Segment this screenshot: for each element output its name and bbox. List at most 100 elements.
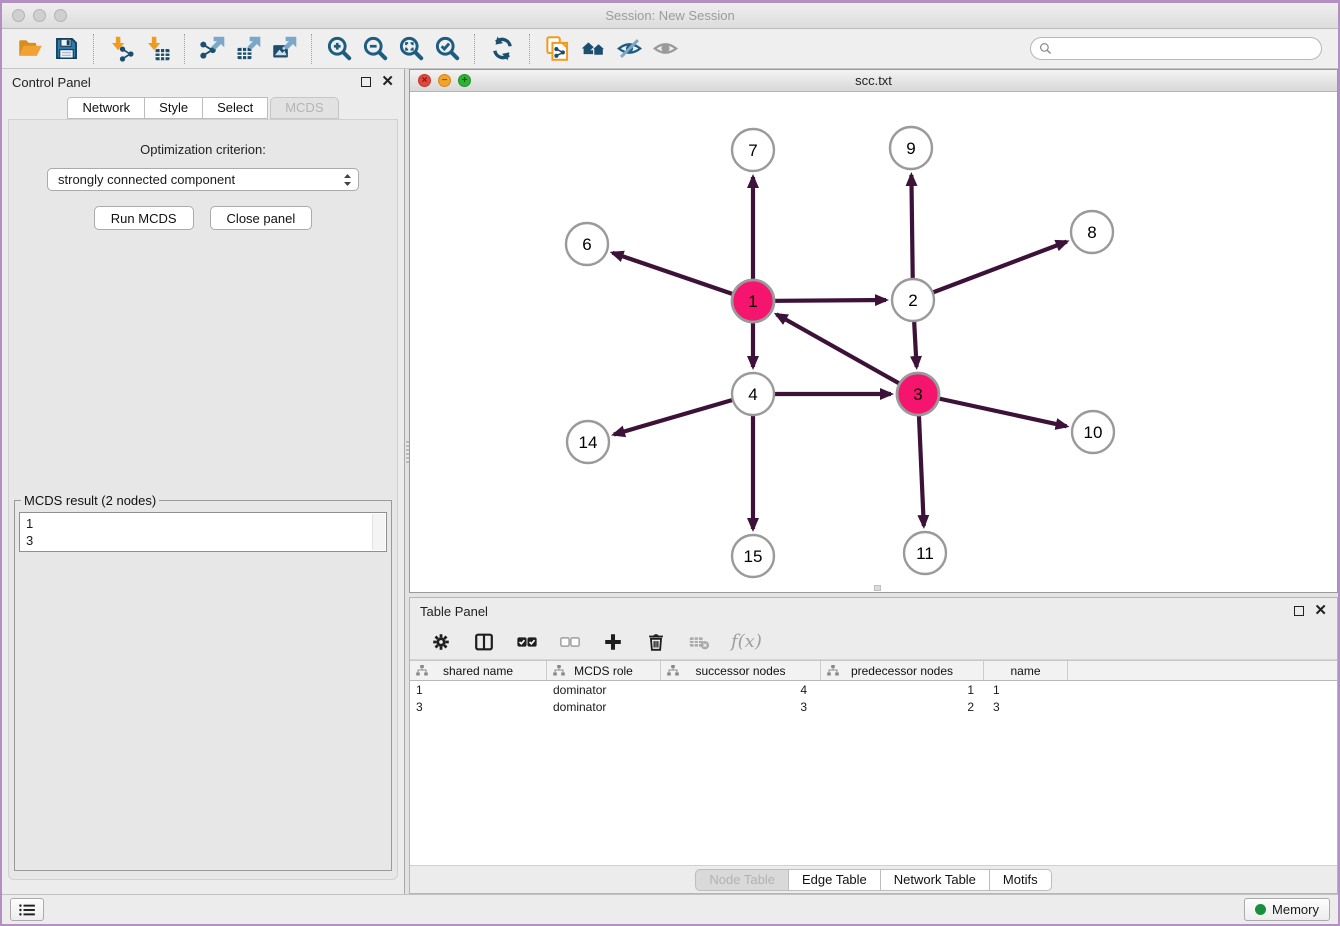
import-table-button[interactable] xyxy=(139,33,175,65)
first-neighbors-button[interactable] xyxy=(575,33,611,65)
export-table-button[interactable] xyxy=(230,33,266,65)
network-window-titlebar: × − + scc.txt xyxy=(410,70,1337,92)
zoom-out-icon xyxy=(362,35,389,62)
column-header-mcds-role[interactable]: MCDS role xyxy=(547,661,661,680)
tab-network[interactable]: Network xyxy=(67,97,145,119)
main-toolbar xyxy=(2,29,1338,69)
zoom-selected-button[interactable] xyxy=(429,33,465,65)
save-session-button[interactable] xyxy=(48,33,84,65)
canvas-resize-grip[interactable] xyxy=(874,585,881,591)
float-table-panel-icon[interactable] xyxy=(1294,606,1304,616)
edge-2-8[interactable] xyxy=(913,242,1067,300)
tab-mcds[interactable]: MCDS xyxy=(270,97,338,119)
run-mcds-button[interactable]: Run MCDS xyxy=(94,206,194,230)
export-network-button[interactable] xyxy=(194,33,230,65)
search-icon xyxy=(1039,42,1052,55)
table-toolbar: f(x) xyxy=(410,624,1337,660)
node-label: 7 xyxy=(748,141,757,160)
search-field[interactable] xyxy=(1030,37,1322,60)
cell-mcds-role[interactable]: dominator xyxy=(547,683,661,697)
node-label: 10 xyxy=(1084,423,1103,442)
import-network-button[interactable] xyxy=(103,33,139,65)
table-row[interactable]: 1 dominator 4 1 1 xyxy=(410,681,1337,698)
right-column: × − + scc.txt xyxy=(409,69,1338,894)
mcds-result-textarea[interactable]: 1 3 xyxy=(19,512,387,552)
delete-table-icon[interactable] xyxy=(688,631,710,653)
main-area: Control Panel ✕ Network Style Select MCD… xyxy=(2,69,1338,894)
network-canvas[interactable]: 7 9 6 8 1 2 4 3 14 10 15 11 xyxy=(410,92,1337,592)
import-network-icon xyxy=(108,35,135,62)
import-table-icon xyxy=(144,35,171,62)
unselect-all-icon[interactable] xyxy=(559,631,581,653)
control-panel: Control Panel ✕ Network Style Select MCD… xyxy=(2,69,404,894)
tab-edge-table[interactable]: Edge Table xyxy=(789,869,881,891)
window-title: Session: New Session xyxy=(2,8,1338,23)
column-header-predecessor-nodes[interactable]: predecessor nodes xyxy=(821,661,984,680)
memory-status-dot-icon xyxy=(1255,904,1266,915)
tree-icon xyxy=(553,665,565,676)
criterion-select[interactable]: strongly connected component xyxy=(47,168,359,191)
search-input[interactable] xyxy=(1057,42,1313,56)
float-panel-icon[interactable] xyxy=(361,77,371,87)
cell-name[interactable]: 3 xyxy=(984,700,1068,714)
tab-network-table[interactable]: Network Table xyxy=(881,869,990,891)
open-session-button[interactable] xyxy=(12,33,48,65)
cell-predecessor-nodes[interactable]: 2 xyxy=(821,700,984,714)
tab-node-table[interactable]: Node Table xyxy=(695,869,789,891)
tab-style[interactable]: Style xyxy=(145,97,203,119)
function-builder-button[interactable]: f(x) xyxy=(731,631,762,652)
edge-3-10[interactable] xyxy=(918,394,1067,426)
close-table-panel-icon[interactable]: ✕ xyxy=(1314,606,1327,616)
export-image-button[interactable] xyxy=(266,33,302,65)
add-column-plus-icon[interactable] xyxy=(602,631,624,653)
edge-3-1[interactable] xyxy=(777,314,919,394)
cell-successor-nodes[interactable]: 3 xyxy=(661,700,821,714)
status-bar: Memory xyxy=(2,894,1338,924)
column-header-shared-name[interactable]: shared name xyxy=(410,661,547,680)
cell-mcds-role[interactable]: dominator xyxy=(547,700,661,714)
zoom-in-button[interactable] xyxy=(321,33,357,65)
select-stepper-icon xyxy=(343,173,352,187)
hide-graphics-button[interactable] xyxy=(611,33,647,65)
task-history-button[interactable] xyxy=(10,898,44,921)
column-header-successor-nodes[interactable]: successor nodes xyxy=(661,661,821,680)
zoom-out-button[interactable] xyxy=(357,33,393,65)
column-header-name[interactable]: name xyxy=(984,661,1068,680)
optimization-criterion-label: Optimization criterion: xyxy=(140,142,266,157)
toolbar-separator xyxy=(529,34,530,64)
column-label: shared name xyxy=(443,664,513,678)
table-panel: Table Panel ✕ f(x) xyxy=(409,597,1338,894)
clone-network-button[interactable] xyxy=(539,33,575,65)
close-panel-icon[interactable]: ✕ xyxy=(381,77,394,87)
result-scrollbar[interactable] xyxy=(372,514,385,550)
cell-shared-name[interactable]: 1 xyxy=(410,683,547,697)
select-all-icon[interactable] xyxy=(516,631,538,653)
zoom-fit-button[interactable] xyxy=(393,33,429,65)
column-label: name xyxy=(1010,664,1040,678)
clone-network-icon xyxy=(544,35,571,62)
apply-layout-button[interactable] xyxy=(484,33,520,65)
node-label: 2 xyxy=(908,291,917,310)
tab-select[interactable]: Select xyxy=(203,97,268,119)
show-graphics-button[interactable] xyxy=(647,33,683,65)
tab-motifs[interactable]: Motifs xyxy=(990,869,1052,891)
mcds-tab-content: Optimization criterion: strongly connect… xyxy=(8,119,398,880)
tree-icon xyxy=(667,665,679,676)
control-panel-title: Control Panel xyxy=(12,75,91,90)
close-panel-button[interactable]: Close panel xyxy=(210,206,313,230)
table-settings-gear-icon[interactable] xyxy=(430,631,452,653)
export-network-icon xyxy=(199,35,226,62)
toggle-panels-icon[interactable] xyxy=(473,631,495,653)
node-label: 4 xyxy=(748,385,757,404)
delete-column-trash-icon[interactable] xyxy=(645,631,667,653)
table-row[interactable]: 3 dominator 3 2 3 xyxy=(410,698,1337,715)
cell-name[interactable]: 1 xyxy=(984,683,1068,697)
criterion-selected-value: strongly connected component xyxy=(58,172,343,187)
network-window-title: scc.txt xyxy=(410,73,1337,88)
cell-successor-nodes[interactable]: 4 xyxy=(661,683,821,697)
cell-predecessor-nodes[interactable]: 1 xyxy=(821,683,984,697)
table-panel-header: Table Panel ✕ xyxy=(410,598,1337,624)
memory-button[interactable]: Memory xyxy=(1244,898,1330,921)
node-label: 11 xyxy=(916,544,934,563)
cell-shared-name[interactable]: 3 xyxy=(410,700,547,714)
